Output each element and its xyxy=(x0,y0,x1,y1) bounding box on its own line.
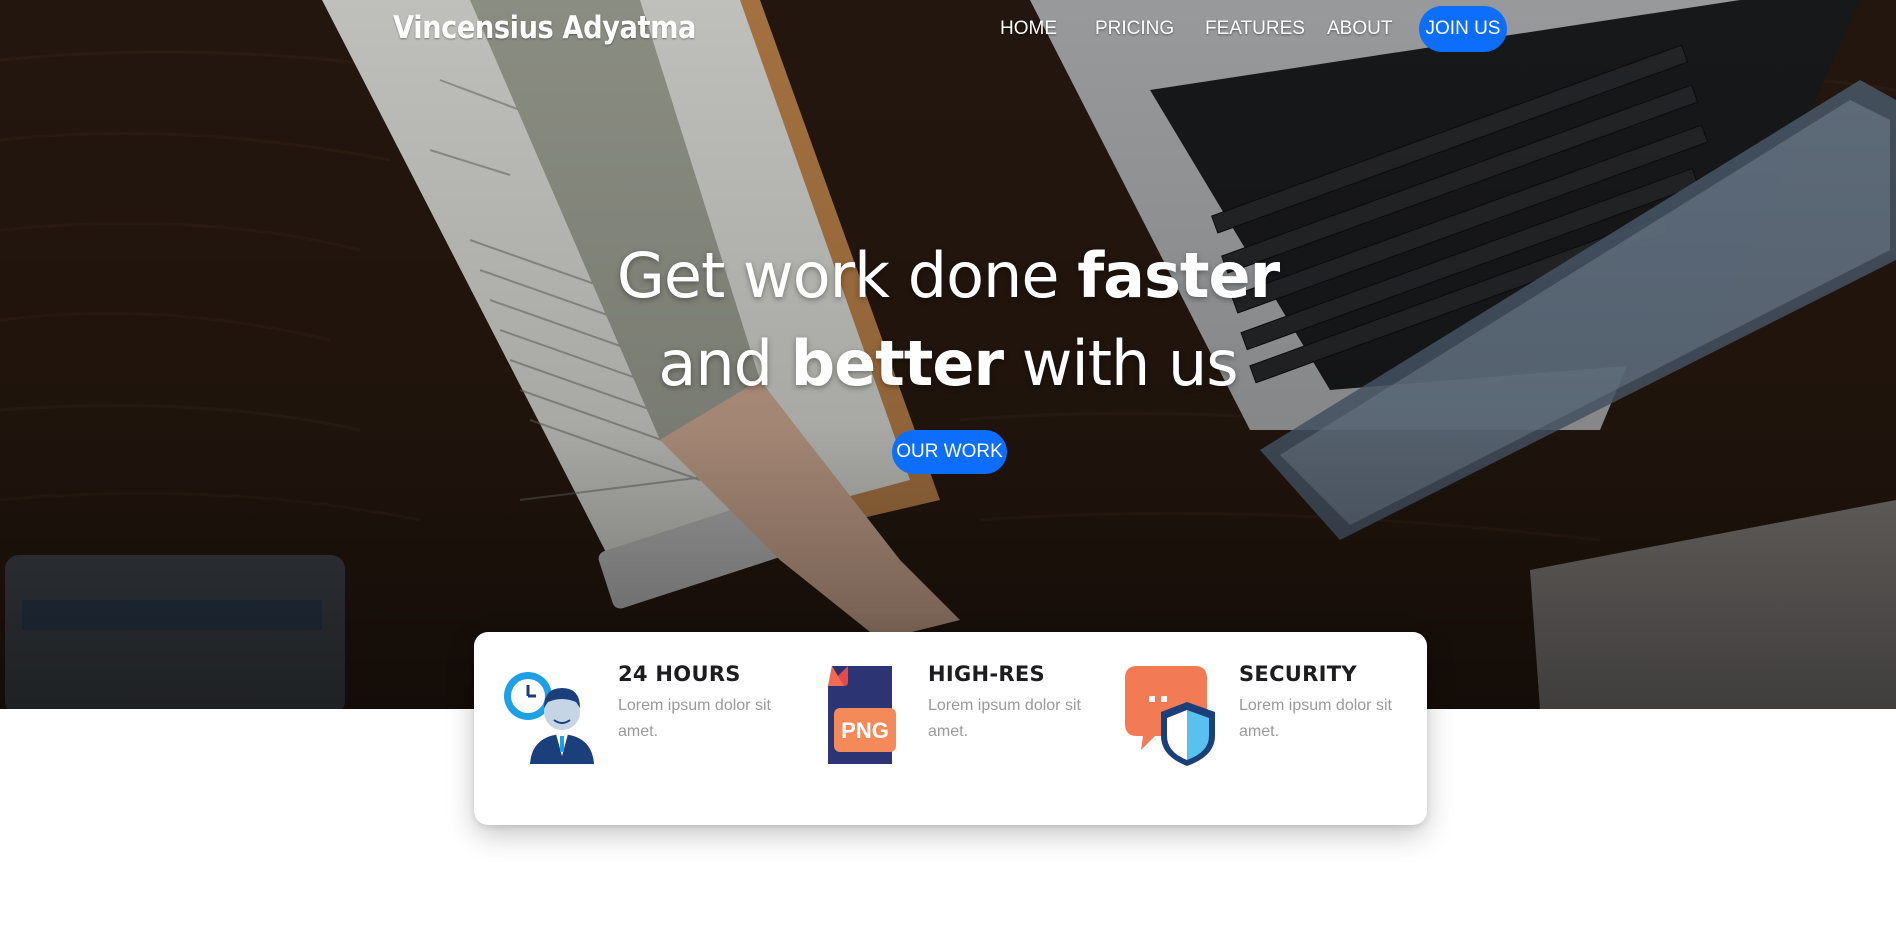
shield-chat-icon xyxy=(1125,666,1215,766)
nav-pricing[interactable]: PRICING xyxy=(1095,8,1174,50)
brand-logo[interactable]: Vincensius Adyatma xyxy=(393,8,696,48)
feature-description: Lorem ipsum dolor sit amet. xyxy=(928,697,1081,740)
feature-description: Lorem ipsum dolor sit amet. xyxy=(1239,697,1392,740)
features-card: 24 HOURS Lorem ipsum dolor sit amet. PNG… xyxy=(474,632,1427,825)
feature-description: Lorem ipsum dolor sit amet. xyxy=(618,697,771,740)
headline-line1-bold: faster xyxy=(1077,239,1280,312)
feature-title: SECURITY xyxy=(1239,662,1357,686)
headline-line2-regular-a: and xyxy=(658,327,791,400)
nav-home[interactable]: HOME xyxy=(1000,8,1057,50)
nav-about[interactable]: ABOUT xyxy=(1327,8,1392,50)
feature-24-hours: 24 HOURS Lorem ipsum dolor sit amet. xyxy=(474,632,774,825)
feature-high-res: PNG HIGH-RES Lorem ipsum dolor sit amet. xyxy=(784,632,1084,825)
hero-headline: Get work done faster and better with us xyxy=(548,232,1348,408)
join-us-button[interactable]: JOIN US xyxy=(1419,6,1507,52)
hero-section: Vincensius Adyatma HOME PRICING FEATURES… xyxy=(0,0,1896,709)
svg-text:PNG: PNG xyxy=(841,718,889,743)
nav-features[interactable]: FEATURES xyxy=(1205,8,1305,50)
headline-line2-regular-b: with us xyxy=(1003,327,1239,400)
headline-line2-bold: better xyxy=(790,327,1004,400)
png-file-icon: PNG xyxy=(828,666,896,764)
feature-title: 24 HOURS xyxy=(618,662,741,686)
our-work-button[interactable]: OUR WORK xyxy=(892,430,1007,474)
feature-title: HIGH-RES xyxy=(928,662,1045,686)
feature-security: SECURITY Lorem ipsum dolor sit amet. xyxy=(1095,632,1395,825)
headline-line1-regular: Get work done xyxy=(616,239,1078,312)
support-clock-icon xyxy=(504,672,594,764)
